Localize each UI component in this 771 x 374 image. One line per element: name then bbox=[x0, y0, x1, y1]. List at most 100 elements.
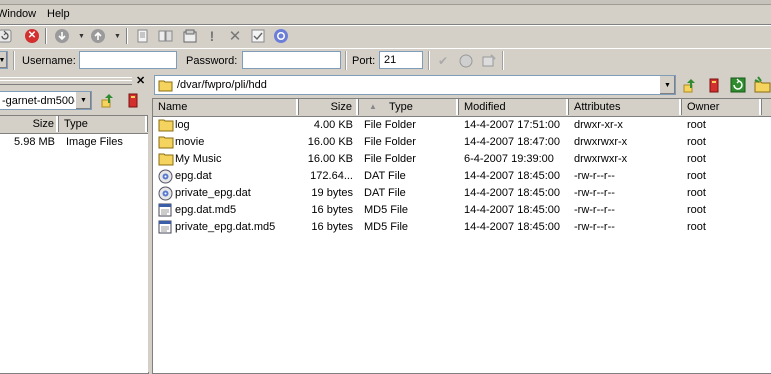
file-attributes: drwxrwxr-x bbox=[574, 136, 628, 148]
file-owner: root bbox=[687, 170, 706, 182]
file-modified: 6-4-2007 19:39:00 bbox=[464, 153, 554, 165]
upload-icon[interactable] bbox=[89, 26, 107, 46]
remote-path-combo[interactable]: /dvar/fwpro/pli/hdd ▼ bbox=[154, 75, 676, 95]
file-size: 16.00 KB bbox=[307, 136, 353, 148]
md5-file-icon bbox=[158, 220, 173, 234]
file-attributes: -rw-r--r-- bbox=[574, 170, 615, 182]
connect-icon[interactable]: ✔ bbox=[434, 51, 452, 71]
file-type: File Folder bbox=[364, 153, 416, 165]
menu-bar: Window Help bbox=[0, 0, 771, 26]
table-row[interactable]: private_epg.dat 19 bytes DAT File 14-4-2007… bbox=[153, 185, 771, 202]
col-owner[interactable]: Owner bbox=[682, 99, 762, 115]
properties-icon[interactable] bbox=[181, 26, 199, 46]
edit-icon[interactable] bbox=[134, 26, 152, 46]
upload-dropdown-icon[interactable]: ▼ bbox=[114, 33, 121, 40]
file-size: 16 bytes bbox=[311, 204, 353, 216]
md5-file-icon bbox=[158, 203, 173, 217]
col-modified[interactable]: Modified bbox=[459, 99, 569, 115]
disconnect-icon[interactable] bbox=[457, 51, 475, 71]
chevron-down-icon[interactable]: ▼ bbox=[75, 92, 91, 109]
file-type: DAT File bbox=[364, 187, 406, 199]
chevron-down-icon[interactable]: ▼ bbox=[659, 76, 675, 94]
file-modified: 14-4-2007 18:45:00 bbox=[464, 187, 561, 199]
new-folder-icon[interactable] bbox=[753, 76, 771, 94]
dat-file-icon bbox=[158, 169, 173, 184]
file-attributes: -rw-r--r-- bbox=[574, 204, 615, 216]
password-label: Password: bbox=[186, 55, 238, 67]
file-type: File Folder bbox=[364, 136, 416, 148]
title-bar-edge bbox=[0, 0, 771, 5]
download-dropdown-icon[interactable]: ▼ bbox=[78, 33, 85, 40]
local-drive-combo[interactable]: -garnet-dm500- ▼ bbox=[0, 91, 92, 110]
table-row[interactable]: epg.dat.md5 16 bytes MD5 File 14-4-2007 18:… bbox=[153, 202, 771, 219]
file-modified: 14-4-2007 18:45:00 bbox=[464, 204, 561, 216]
download-icon[interactable] bbox=[53, 26, 71, 46]
stop-icon[interactable]: ✕ bbox=[23, 26, 41, 46]
file-type: MD5 File bbox=[364, 221, 409, 233]
file-name: log bbox=[175, 119, 190, 131]
col-type[interactable]: ▲ Type bbox=[359, 99, 459, 115]
up-folder-icon[interactable] bbox=[681, 76, 699, 94]
col-attributes[interactable]: Attributes bbox=[569, 99, 682, 115]
list-item[interactable]: 5.98 MB Image Files bbox=[0, 134, 148, 151]
folder-icon bbox=[158, 135, 174, 149]
host-combo[interactable]: ▼ bbox=[0, 51, 8, 69]
file-size: 16.00 KB bbox=[307, 153, 353, 165]
local-col-type[interactable]: Type bbox=[59, 116, 148, 132]
file-name: epg.dat bbox=[175, 170, 212, 182]
close-pane-icon[interactable]: ✕ bbox=[136, 74, 145, 87]
local-drive-combo-value: -garnet-dm500- bbox=[2, 95, 78, 107]
table-row[interactable]: log 4.00 KB File Folder 14-4-2007 17:51:00 d… bbox=[153, 117, 771, 134]
file-type: DAT File bbox=[364, 170, 406, 182]
view-icon[interactable] bbox=[157, 26, 175, 46]
folder-icon bbox=[158, 118, 174, 132]
delete-icon[interactable]: ✕ bbox=[226, 26, 244, 46]
delete-remote-icon[interactable] bbox=[705, 76, 723, 94]
col-size[interactable]: Size bbox=[299, 99, 359, 115]
file-owner: root bbox=[687, 153, 706, 165]
local-list-header: Size Type bbox=[0, 116, 148, 134]
file-owner: root bbox=[687, 136, 706, 148]
up-folder-icon[interactable] bbox=[99, 91, 117, 109]
file-attributes: drwxrwxr-x bbox=[574, 153, 628, 165]
menu-window[interactable]: Window bbox=[0, 8, 36, 20]
file-owner: root bbox=[687, 204, 706, 216]
file-attributes: drwxr-xr-x bbox=[574, 119, 623, 131]
password-input[interactable] bbox=[242, 51, 341, 69]
settings-icon[interactable] bbox=[272, 26, 290, 46]
remote-file-list[interactable]: Name Size ▲ Type Modified Attributes Own… bbox=[152, 98, 771, 374]
local-file-list[interactable]: Size Type 5.98 MB Image Files bbox=[0, 115, 149, 374]
sort-arrow-icon: ▲ bbox=[369, 102, 377, 111]
refresh-remote-icon[interactable] bbox=[729, 76, 747, 94]
port-label: Port: bbox=[352, 55, 376, 67]
remote-list-header: Name Size ▲ Type Modified Attributes Own… bbox=[153, 99, 771, 117]
file-modified: 14-4-2007 17:51:00 bbox=[464, 119, 561, 131]
table-row[interactable]: movie 16.00 KB File Folder 14-4-2007 18:47:… bbox=[153, 134, 771, 151]
col-name[interactable]: Name bbox=[153, 99, 299, 115]
quick-connect-icon[interactable] bbox=[480, 51, 498, 71]
attention-icon[interactable]: ! bbox=[203, 26, 221, 46]
file-size: 172.64... bbox=[310, 170, 353, 182]
file-type: MD5 File bbox=[364, 204, 409, 216]
table-row[interactable]: epg.dat 172.64... DAT File 14-4-2007 18:45:… bbox=[153, 168, 771, 185]
remote-path-value: /dvar/fwpro/pli/hdd bbox=[177, 79, 267, 91]
refresh-icon[interactable] bbox=[0, 26, 14, 46]
local-col-size[interactable]: Size bbox=[0, 116, 59, 132]
delete-local-icon[interactable] bbox=[124, 91, 142, 109]
connection-bar: ▼ Username: Password: Port: ✔ bbox=[0, 48, 771, 73]
file-size: 16 bytes bbox=[311, 221, 353, 233]
file-name: private_epg.dat.md5 bbox=[175, 221, 276, 233]
checklist-icon[interactable] bbox=[249, 26, 267, 46]
file-name: epg.dat.md5 bbox=[175, 204, 237, 216]
menu-help[interactable]: Help bbox=[47, 8, 70, 20]
username-input[interactable] bbox=[79, 51, 177, 69]
port-input[interactable] bbox=[379, 51, 423, 69]
file-owner: root bbox=[687, 221, 706, 233]
file-modified: 14-4-2007 18:47:00 bbox=[464, 136, 561, 148]
table-row[interactable]: private_epg.dat.md5 16 bytes MD5 File 14-4-… bbox=[153, 219, 771, 236]
local-item-size: 5.98 MB bbox=[14, 136, 55, 148]
file-name: private_epg.dat bbox=[175, 187, 251, 199]
table-row[interactable]: My Music 16.00 KB File Folder 6-4-2007 19:3… bbox=[153, 151, 771, 168]
left-pane-header: ✕ bbox=[0, 74, 148, 88]
file-owner: root bbox=[687, 119, 706, 131]
